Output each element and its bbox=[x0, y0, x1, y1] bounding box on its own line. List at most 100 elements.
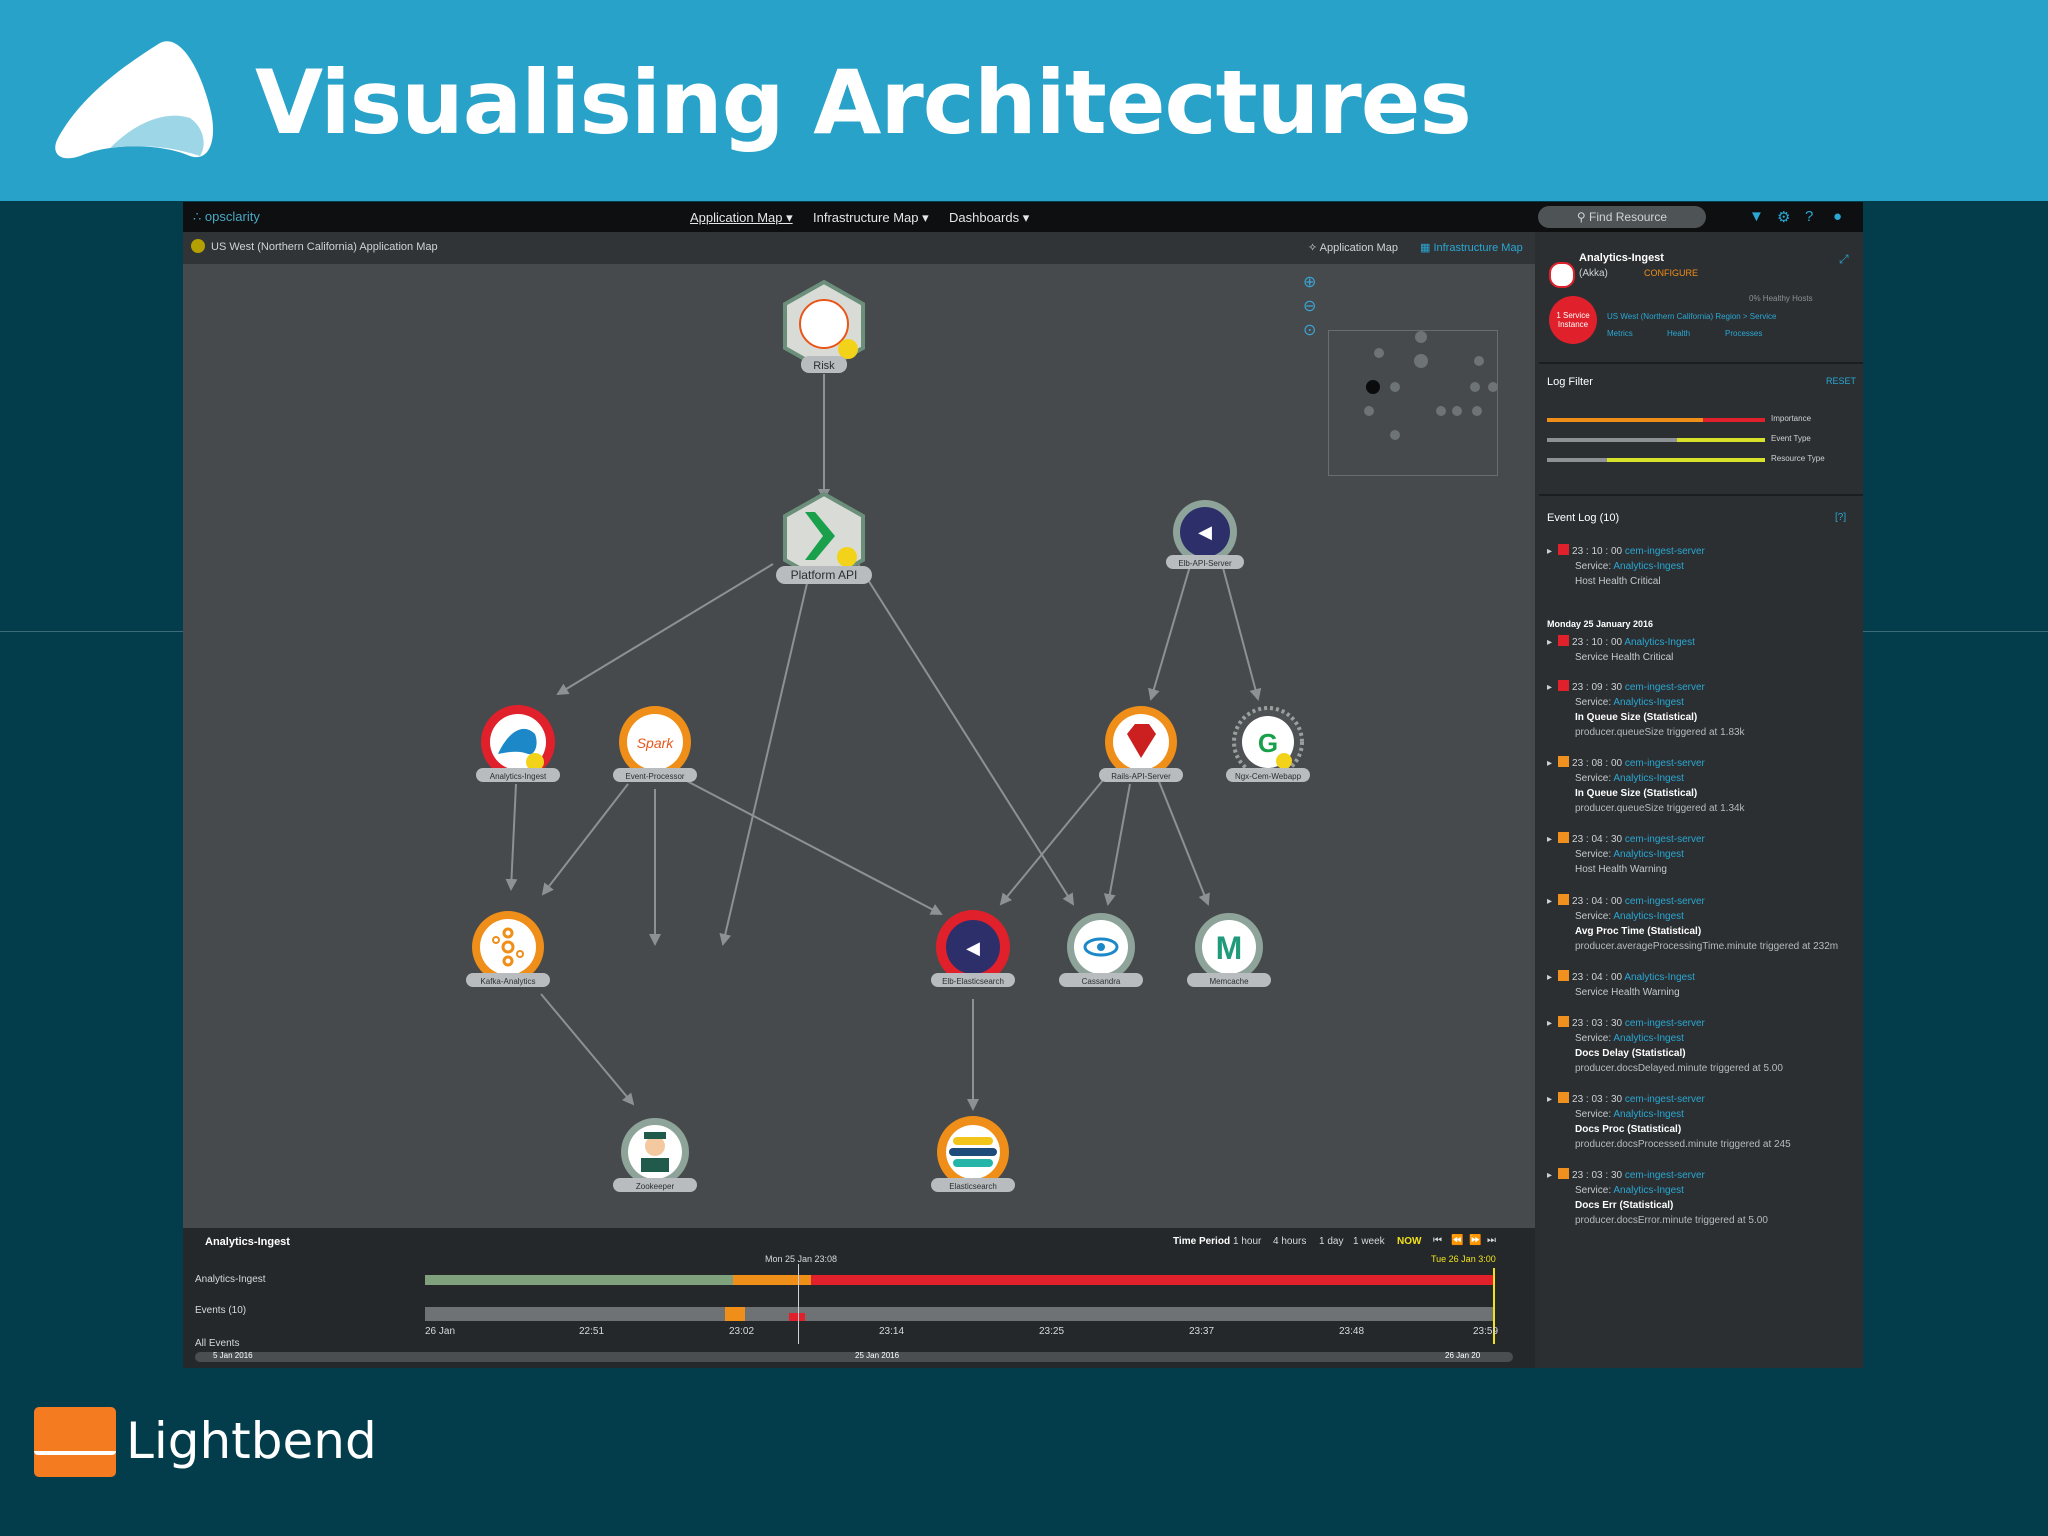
metrics-link[interactable]: Metrics bbox=[1607, 329, 1633, 338]
event-log-item[interactable]: ▸ 23 : 10 : 00 Analytics-Ingest Service He… bbox=[1547, 635, 1859, 665]
expand-icon[interactable]: ⤢ bbox=[1839, 252, 1849, 267]
breadcrumb[interactable]: US West (Northern California) Region > S… bbox=[1607, 312, 1776, 321]
expand-arrow-icon[interactable]: ▸ bbox=[1547, 1018, 1552, 1029]
expand-arrow-icon[interactable]: ▸ bbox=[1547, 896, 1552, 907]
event-source-link[interactable]: cem-ingest-server bbox=[1625, 1094, 1705, 1105]
node-analytics-ingest[interactable]: Analytics-Ingest bbox=[476, 705, 560, 782]
event-source-link[interactable]: cem-ingest-server bbox=[1625, 682, 1705, 693]
event-type-filter-bar[interactable] bbox=[1547, 438, 1765, 442]
event-source-link[interactable]: cem-ingest-server bbox=[1625, 758, 1705, 769]
period-now[interactable]: NOW bbox=[1397, 1236, 1421, 1247]
node-kafka-analytics[interactable]: Kafka-Analytics bbox=[466, 911, 550, 987]
node-elb-api-server[interactable]: ◀ Elb-API-Server bbox=[1166, 500, 1244, 569]
skip-back-icon[interactable]: ⏮ bbox=[1433, 1235, 1442, 1246]
event-source-link[interactable]: Analytics-Ingest bbox=[1624, 972, 1695, 983]
filter-icon[interactable]: ▼ bbox=[1749, 208, 1764, 225]
zoom-fit-icon[interactable]: ⊙ bbox=[1303, 320, 1316, 340]
logo-dots-icon: ∴ bbox=[193, 209, 202, 224]
importance-filter-bar[interactable] bbox=[1547, 418, 1765, 422]
node-risk[interactable]: Risk bbox=[783, 279, 865, 373]
event-service-link[interactable]: Analytics-Ingest bbox=[1613, 697, 1684, 708]
edge-elbapi-rails bbox=[1148, 548, 1196, 701]
event-log-item[interactable]: ▸ 23 : 04 : 00 cem-ingest-server Service: … bbox=[1547, 894, 1859, 954]
minimap[interactable] bbox=[1328, 330, 1498, 476]
event-time: 23 : 10 : 00 bbox=[1572, 637, 1623, 648]
node-ngx-cem-webapp[interactable]: G Ngx-Cem-Webapp bbox=[1226, 706, 1310, 782]
event-service-link[interactable]: Analytics-Ingest bbox=[1613, 773, 1684, 784]
help-link[interactable]: [?] bbox=[1835, 512, 1846, 523]
health-track bbox=[425, 1275, 1493, 1285]
expand-arrow-icon[interactable]: ▸ bbox=[1547, 546, 1552, 557]
zoom-out-icon[interactable]: ⊖ bbox=[1303, 296, 1316, 316]
help-icon[interactable]: ? bbox=[1805, 208, 1813, 225]
health-ok-segment bbox=[425, 1275, 733, 1285]
period-1-week[interactable]: 1 week bbox=[1353, 1236, 1385, 1247]
node-rails-api-server[interactable]: Rails-API-Server bbox=[1099, 706, 1183, 782]
event-service-link[interactable]: Analytics-Ingest bbox=[1613, 1033, 1684, 1044]
health-link[interactable]: Health bbox=[1667, 329, 1690, 338]
event-source-link[interactable]: Analytics-Ingest bbox=[1624, 637, 1695, 648]
event-title: Service Health Critical bbox=[1575, 652, 1674, 663]
expand-arrow-icon[interactable]: ▸ bbox=[1547, 758, 1552, 769]
event-service-link[interactable]: Analytics-Ingest bbox=[1613, 911, 1684, 922]
event-source-link[interactable]: cem-ingest-server bbox=[1625, 546, 1705, 557]
expand-arrow-icon[interactable]: ▸ bbox=[1547, 972, 1552, 983]
event-log-item[interactable]: ▸ 23 : 04 : 00 Analytics-Ingest Service He… bbox=[1547, 970, 1859, 1000]
skip-forward-icon[interactable]: ⏭ bbox=[1487, 1235, 1496, 1246]
gear-icon[interactable]: ⚙ bbox=[1777, 208, 1790, 226]
nav-dashboards[interactable]: Dashboards ▾ bbox=[949, 210, 1029, 226]
period-1-day[interactable]: 1 day bbox=[1319, 1236, 1343, 1247]
node-elasticsearch[interactable]: Elasticsearch bbox=[931, 1116, 1015, 1192]
event-log-item[interactable]: ▸ 23 : 08 : 00 cem-ingest-server Service: … bbox=[1547, 756, 1859, 816]
timeline-resource-name: Analytics-Ingest bbox=[205, 1236, 290, 1248]
view-application-map[interactable]: ✧ Application Map bbox=[1308, 241, 1398, 254]
fast-forward-icon[interactable]: ⏩ bbox=[1469, 1235, 1481, 1246]
node-elb-elasticsearch[interactable]: ◀ Elb-Elasticsearch bbox=[931, 910, 1015, 987]
tick-label: 23:25 bbox=[1039, 1326, 1065, 1337]
node-event-processor[interactable]: Spark Event-Processor bbox=[613, 706, 697, 782]
period-4-hours[interactable]: 4 hours bbox=[1273, 1236, 1306, 1247]
user-icon[interactable]: ● bbox=[1833, 208, 1842, 225]
nav-infrastructure-map[interactable]: Infrastructure Map ▾ bbox=[813, 210, 929, 226]
processes-link[interactable]: Processes bbox=[1725, 329, 1762, 338]
nav-application-map[interactable]: Application Map ▾ bbox=[690, 210, 793, 226]
expand-arrow-icon[interactable]: ▸ bbox=[1547, 1170, 1552, 1181]
event-source-link[interactable]: cem-ingest-server bbox=[1625, 1018, 1705, 1029]
event-log-item[interactable]: ▸ 23 : 03 : 30 cem-ingest-server Service: … bbox=[1547, 1092, 1859, 1152]
healthy-hosts: 0% Healthy Hosts bbox=[1749, 294, 1813, 303]
event-service-link[interactable]: Analytics-Ingest bbox=[1613, 1109, 1684, 1120]
app-brand-label: opsclarity bbox=[204, 209, 260, 224]
application-map-canvas[interactable]: Risk Platform API ◀ Elb-API-Server Analy… bbox=[183, 264, 1535, 1228]
event-service-link[interactable]: Analytics-Ingest bbox=[1613, 561, 1684, 572]
tick-label: 26 Jan bbox=[425, 1326, 456, 1337]
node-platform-api[interactable]: Platform API bbox=[776, 491, 872, 585]
event-log-item[interactable]: ▸ 23 : 04 : 30 cem-ingest-server Service: … bbox=[1547, 832, 1859, 877]
expand-arrow-icon[interactable]: ▸ bbox=[1547, 637, 1552, 648]
expand-arrow-icon[interactable]: ▸ bbox=[1547, 1094, 1552, 1105]
event-source-link[interactable]: cem-ingest-server bbox=[1625, 1170, 1705, 1181]
node-zookeeper[interactable]: Zookeeper bbox=[613, 1118, 697, 1192]
node-memcache[interactable]: M Memcache bbox=[1187, 913, 1271, 987]
event-log-item[interactable]: ▸ 23 : 03 : 30 cem-ingest-server Service: … bbox=[1547, 1168, 1859, 1228]
resource-type-filter-bar[interactable] bbox=[1547, 458, 1765, 462]
view-infrastructure-map[interactable]: ▦ Infrastructure Map bbox=[1420, 241, 1523, 254]
expand-arrow-icon[interactable]: ▸ bbox=[1547, 834, 1552, 845]
rewind-icon[interactable]: ⏪ bbox=[1451, 1235, 1463, 1246]
expand-arrow-icon[interactable]: ▸ bbox=[1547, 682, 1552, 693]
node-cassandra[interactable]: Cassandra bbox=[1059, 913, 1143, 987]
reset-button[interactable]: RESET bbox=[1826, 376, 1856, 386]
event-service-link[interactable]: Analytics-Ingest bbox=[1613, 849, 1684, 860]
event-source-link[interactable]: cem-ingest-server bbox=[1625, 834, 1705, 845]
zoom-in-icon[interactable]: ⊕ bbox=[1303, 272, 1316, 292]
event-service-link[interactable]: Analytics-Ingest bbox=[1613, 1185, 1684, 1196]
configure-button[interactable]: CONFIGURE bbox=[1644, 268, 1698, 278]
range-scrollbar[interactable]: 5 Jan 2016 25 Jan 2016 26 Jan 20 bbox=[195, 1351, 1513, 1362]
event-log-item[interactable]: ▸ 23 : 09 : 30 cem-ingest-server Service: … bbox=[1547, 680, 1859, 740]
app-brand[interactable]: ∴ opsclarity bbox=[193, 209, 260, 225]
kafka-icon bbox=[480, 919, 536, 975]
event-log-item[interactable]: ▸ 23 : 10 : 00 cem-ingest-server Service: … bbox=[1547, 544, 1859, 589]
event-source-link[interactable]: cem-ingest-server bbox=[1625, 896, 1705, 907]
find-resource-search[interactable]: ⚲ Find Resource bbox=[1538, 206, 1706, 228]
period-1-hour[interactable]: 1 hour bbox=[1233, 1236, 1261, 1247]
event-log-item[interactable]: ▸ 23 : 03 : 30 cem-ingest-server Service: … bbox=[1547, 1016, 1859, 1076]
